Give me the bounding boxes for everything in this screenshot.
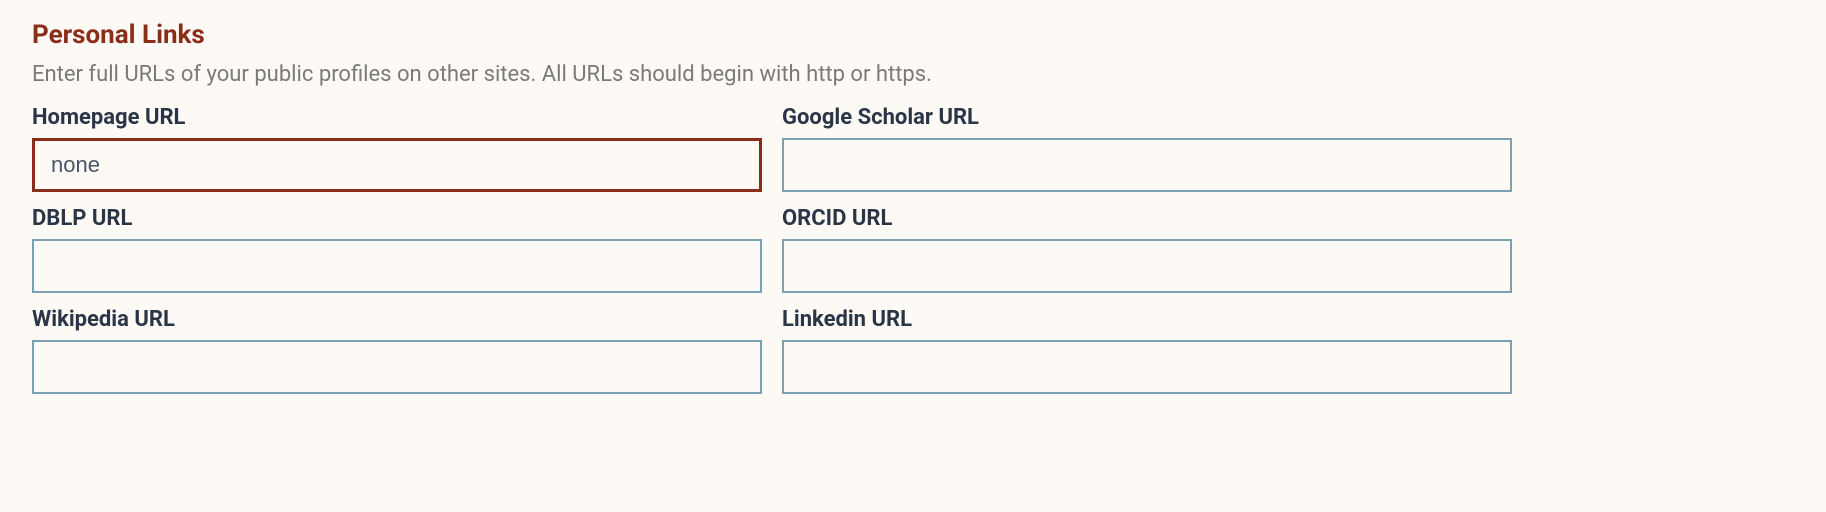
dblp-input[interactable] bbox=[32, 239, 762, 293]
orcid-field: ORCID URL bbox=[782, 206, 1512, 293]
wikipedia-input[interactable] bbox=[32, 340, 762, 394]
homepage-label: Homepage URL bbox=[32, 105, 762, 130]
homepage-field: Homepage URL bbox=[32, 105, 762, 192]
linkedin-input[interactable] bbox=[782, 340, 1512, 394]
orcid-label: ORCID URL bbox=[782, 206, 1512, 231]
section-description: Enter full URLs of your public profiles … bbox=[32, 62, 1794, 87]
linkedin-field: Linkedin URL bbox=[782, 307, 1512, 394]
linkedin-label: Linkedin URL bbox=[782, 307, 1512, 332]
dblp-label: DBLP URL bbox=[32, 206, 762, 231]
google-scholar-field: Google Scholar URL bbox=[782, 105, 1512, 192]
dblp-field: DBLP URL bbox=[32, 206, 762, 293]
google-scholar-label: Google Scholar URL bbox=[782, 105, 1512, 130]
wikipedia-field: Wikipedia URL bbox=[32, 307, 762, 394]
personal-links-form: Homepage URL Google Scholar URL DBLP URL… bbox=[32, 105, 1512, 394]
section-title: Personal Links bbox=[32, 20, 1794, 50]
homepage-input[interactable] bbox=[32, 138, 762, 192]
google-scholar-input[interactable] bbox=[782, 138, 1512, 192]
wikipedia-label: Wikipedia URL bbox=[32, 307, 762, 332]
orcid-input[interactable] bbox=[782, 239, 1512, 293]
